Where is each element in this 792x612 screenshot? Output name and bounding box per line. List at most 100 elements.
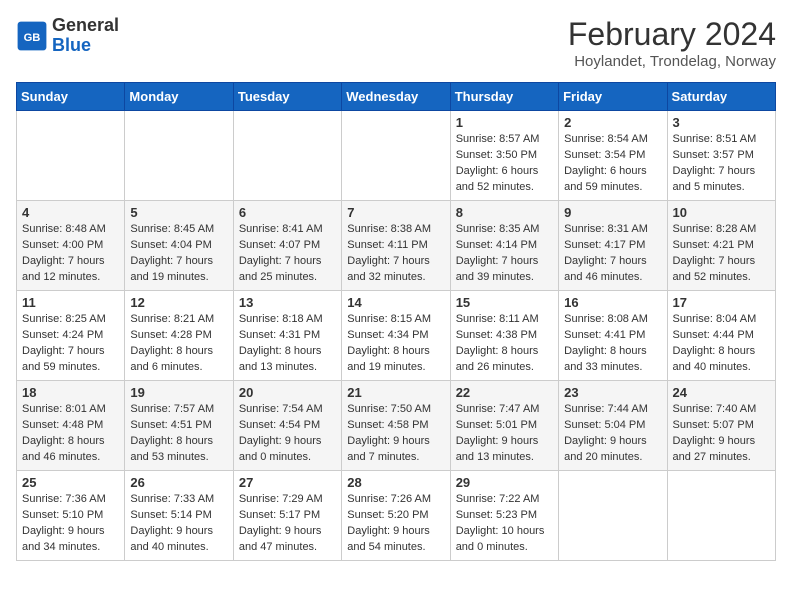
day-number: 29 bbox=[456, 475, 553, 490]
day-header-tuesday: Tuesday bbox=[233, 83, 341, 111]
day-info: Sunrise: 8:41 AM Sunset: 4:07 PM Dayligh… bbox=[239, 222, 336, 286]
day-number: 22 bbox=[456, 385, 553, 400]
day-number: 7 bbox=[347, 205, 444, 220]
header-row: SundayMondayTuesdayWednesdayThursdayFrid… bbox=[17, 83, 776, 111]
day-info: Sunrise: 8:08 AM Sunset: 4:41 PM Dayligh… bbox=[564, 312, 661, 376]
calendar-cell: 15 Sunrise: 8:11 AM Sunset: 4:38 PM Dayli… bbox=[450, 291, 558, 381]
calendar-cell: 16 Sunrise: 8:08 AM Sunset: 4:41 PM Dayli… bbox=[559, 291, 667, 381]
main-title: February 2024 bbox=[568, 16, 776, 53]
day-info: Sunrise: 7:40 AM Sunset: 5:07 PM Dayligh… bbox=[673, 402, 770, 466]
day-number: 26 bbox=[130, 475, 227, 490]
week-row-2: 4 Sunrise: 8:48 AM Sunset: 4:00 PM Daylig… bbox=[17, 201, 776, 291]
calendar-cell: 26Sunrise: 7:33 AM Sunset: 5:14 PM Dayli… bbox=[125, 471, 233, 561]
day-info: Sunrise: 7:26 AM Sunset: 5:20 PM Dayligh… bbox=[347, 492, 444, 556]
calendar-cell: 8Sunrise: 8:35 AM Sunset: 4:14 PM Daylig… bbox=[450, 201, 558, 291]
day-header-saturday: Saturday bbox=[667, 83, 775, 111]
calendar-table: SundayMondayTuesdayWednesdayThursdayFrid… bbox=[16, 82, 776, 561]
week-row-4: 18 Sunrise: 8:01 AM Sunset: 4:48 PM Dayli… bbox=[17, 381, 776, 471]
day-number: 4 bbox=[22, 205, 119, 220]
calendar-cell: 13 Sunrise: 8:18 AM Sunset: 4:31 PM Dayli… bbox=[233, 291, 341, 381]
day-info: Sunrise: 8:31 AM Sunset: 4:17 PM Dayligh… bbox=[564, 222, 661, 286]
week-row-3: 11 Sunrise: 8:25 AM Sunset: 4:24 PM Dayli… bbox=[17, 291, 776, 381]
calendar-cell bbox=[233, 111, 341, 201]
day-info: Sunrise: 7:22 AM Sunset: 5:23 PM Dayligh… bbox=[456, 492, 553, 556]
day-number: 2 bbox=[564, 115, 661, 130]
day-number: 9 bbox=[564, 205, 661, 220]
day-number: 18 bbox=[22, 385, 119, 400]
day-header-thursday: Thursday bbox=[450, 83, 558, 111]
day-number: 28 bbox=[347, 475, 444, 490]
calendar-cell: 9 Sunrise: 8:31 AM Sunset: 4:17 PM Daylig… bbox=[559, 201, 667, 291]
day-info: Sunrise: 8:48 AM Sunset: 4:00 PM Dayligh… bbox=[22, 222, 119, 286]
calendar-cell: 10Sunrise: 8:28 AM Sunset: 4:21 PM Dayli… bbox=[667, 201, 775, 291]
calendar-cell: 25Sunrise: 7:36 AM Sunset: 5:10 PM Dayli… bbox=[17, 471, 125, 561]
day-number: 20 bbox=[239, 385, 336, 400]
calendar-cell: 27 Sunrise: 7:29 AM Sunset: 5:17 PM Dayli… bbox=[233, 471, 341, 561]
calendar-cell: 29 Sunrise: 7:22 AM Sunset: 5:23 PM Dayli… bbox=[450, 471, 558, 561]
calendar-cell: 17 Sunrise: 8:04 AM Sunset: 4:44 PM Dayli… bbox=[667, 291, 775, 381]
day-header-friday: Friday bbox=[559, 83, 667, 111]
day-number: 23 bbox=[564, 385, 661, 400]
day-info: Sunrise: 8:38 AM Sunset: 4:11 PM Dayligh… bbox=[347, 222, 444, 286]
day-info: Sunrise: 8:15 AM Sunset: 4:34 PM Dayligh… bbox=[347, 312, 444, 376]
calendar-cell: 6 Sunrise: 8:41 AM Sunset: 4:07 PM Daylig… bbox=[233, 201, 341, 291]
calendar-cell bbox=[17, 111, 125, 201]
day-info: Sunrise: 8:28 AM Sunset: 4:21 PM Dayligh… bbox=[673, 222, 770, 286]
day-number: 6 bbox=[239, 205, 336, 220]
day-info: Sunrise: 8:11 AM Sunset: 4:38 PM Dayligh… bbox=[456, 312, 553, 376]
calendar-cell: 28 Sunrise: 7:26 AM Sunset: 5:20 PM Dayli… bbox=[342, 471, 450, 561]
day-number: 19 bbox=[130, 385, 227, 400]
logo-blue: Blue bbox=[52, 35, 91, 55]
day-number: 1 bbox=[456, 115, 553, 130]
day-number: 11 bbox=[22, 295, 119, 310]
calendar-cell: 11 Sunrise: 8:25 AM Sunset: 4:24 PM Dayli… bbox=[17, 291, 125, 381]
day-number: 3 bbox=[673, 115, 770, 130]
calendar-cell: 3 Sunrise: 8:51 AM Sunset: 3:57 PM Daylig… bbox=[667, 111, 775, 201]
day-number: 13 bbox=[239, 295, 336, 310]
day-info: Sunrise: 8:01 AM Sunset: 4:48 PM Dayligh… bbox=[22, 402, 119, 466]
calendar-cell: 24Sunrise: 7:40 AM Sunset: 5:07 PM Dayli… bbox=[667, 381, 775, 471]
day-header-wednesday: Wednesday bbox=[342, 83, 450, 111]
day-info: Sunrise: 8:45 AM Sunset: 4:04 PM Dayligh… bbox=[130, 222, 227, 286]
calendar-cell: 23 Sunrise: 7:44 AM Sunset: 5:04 PM Dayli… bbox=[559, 381, 667, 471]
subtitle: Hoylandet, Trondelag, Norway bbox=[568, 53, 776, 70]
day-number: 25 bbox=[22, 475, 119, 490]
day-info: Sunrise: 7:29 AM Sunset: 5:17 PM Dayligh… bbox=[239, 492, 336, 556]
calendar-cell: 18 Sunrise: 8:01 AM Sunset: 4:48 PM Dayli… bbox=[17, 381, 125, 471]
day-number: 17 bbox=[673, 295, 770, 310]
day-info: Sunrise: 7:50 AM Sunset: 4:58 PM Dayligh… bbox=[347, 402, 444, 466]
day-number: 21 bbox=[347, 385, 444, 400]
day-info: Sunrise: 8:04 AM Sunset: 4:44 PM Dayligh… bbox=[673, 312, 770, 376]
logo-general: General bbox=[52, 15, 119, 35]
calendar-cell bbox=[667, 471, 775, 561]
title-area: February 2024 Hoylandet, Trondelag, Norw… bbox=[568, 16, 776, 70]
day-info: Sunrise: 8:51 AM Sunset: 3:57 PM Dayligh… bbox=[673, 132, 770, 196]
svg-text:GB: GB bbox=[24, 32, 41, 44]
day-number: 12 bbox=[130, 295, 227, 310]
day-number: 15 bbox=[456, 295, 553, 310]
calendar-cell: 12Sunrise: 8:21 AM Sunset: 4:28 PM Dayli… bbox=[125, 291, 233, 381]
calendar-cell: 21 Sunrise: 7:50 AM Sunset: 4:58 PM Dayli… bbox=[342, 381, 450, 471]
day-header-sunday: Sunday bbox=[17, 83, 125, 111]
week-row-5: 25Sunrise: 7:36 AM Sunset: 5:10 PM Dayli… bbox=[17, 471, 776, 561]
calendar-cell: 7 Sunrise: 8:38 AM Sunset: 4:11 PM Daylig… bbox=[342, 201, 450, 291]
day-info: Sunrise: 8:25 AM Sunset: 4:24 PM Dayligh… bbox=[22, 312, 119, 376]
day-number: 16 bbox=[564, 295, 661, 310]
day-number: 8 bbox=[456, 205, 553, 220]
calendar-cell: 14Sunrise: 8:15 AM Sunset: 4:34 PM Dayli… bbox=[342, 291, 450, 381]
calendar-cell: 22 Sunrise: 7:47 AM Sunset: 5:01 PM Dayli… bbox=[450, 381, 558, 471]
calendar-cell: 4 Sunrise: 8:48 AM Sunset: 4:00 PM Daylig… bbox=[17, 201, 125, 291]
calendar-cell: 5 Sunrise: 8:45 AM Sunset: 4:04 PM Daylig… bbox=[125, 201, 233, 291]
day-info: Sunrise: 8:18 AM Sunset: 4:31 PM Dayligh… bbox=[239, 312, 336, 376]
calendar-cell: 20 Sunrise: 7:54 AM Sunset: 4:54 PM Dayli… bbox=[233, 381, 341, 471]
day-header-monday: Monday bbox=[125, 83, 233, 111]
day-number: 27 bbox=[239, 475, 336, 490]
week-row-1: 1Sunrise: 8:57 AM Sunset: 3:50 PM Daylig… bbox=[17, 111, 776, 201]
logo: GB General Blue bbox=[16, 16, 119, 56]
day-info: Sunrise: 8:54 AM Sunset: 3:54 PM Dayligh… bbox=[564, 132, 661, 196]
day-number: 5 bbox=[130, 205, 227, 220]
day-info: Sunrise: 7:47 AM Sunset: 5:01 PM Dayligh… bbox=[456, 402, 553, 466]
day-info: Sunrise: 7:44 AM Sunset: 5:04 PM Dayligh… bbox=[564, 402, 661, 466]
day-info: Sunrise: 7:54 AM Sunset: 4:54 PM Dayligh… bbox=[239, 402, 336, 466]
logo-icon: GB bbox=[16, 20, 48, 52]
